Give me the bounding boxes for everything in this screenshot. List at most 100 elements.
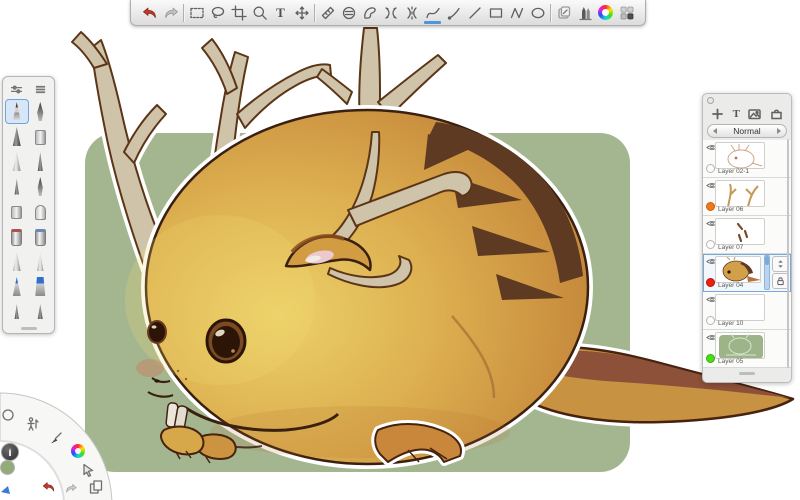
- layer-color-dot[interactable]: [706, 202, 715, 211]
- blend-mode-dropdown[interactable]: Normal: [707, 124, 787, 138]
- brush-detail-pen-alt[interactable]: [29, 299, 53, 324]
- layer-thumbnail[interactable]: [715, 256, 761, 283]
- french-curve-icon[interactable]: [359, 1, 380, 25]
- layer-thumbnail[interactable]: [715, 294, 765, 321]
- layer-row-selected[interactable]: Layer 04: [703, 254, 791, 292]
- layer-color-dot[interactable]: [706, 354, 715, 363]
- redo-icon[interactable]: [160, 1, 181, 25]
- draw-polyline-icon[interactable]: [506, 1, 527, 25]
- layer-color-dot[interactable]: [706, 278, 715, 287]
- text-layer-icon[interactable]: T: [733, 109, 740, 120]
- ruler-icon[interactable]: [317, 1, 338, 25]
- layer-opacity-slider[interactable]: [764, 255, 770, 290]
- pages-icon[interactable]: [89, 480, 103, 494]
- brush-settings-icon[interactable]: [5, 79, 29, 99]
- zoom-icon[interactable]: [249, 1, 270, 25]
- layer-thumbnail[interactable]: [715, 218, 765, 245]
- lagoon-undo-icon[interactable]: [40, 480, 58, 494]
- lasso-select-icon[interactable]: [207, 1, 228, 25]
- brush-blue-tip[interactable]: [5, 274, 29, 299]
- brush-chisel-marker[interactable]: [5, 124, 29, 149]
- draw-ellipse-icon[interactable]: [527, 1, 548, 25]
- layer-color-dot[interactable]: [706, 240, 715, 249]
- layer-thumbnail[interactable]: [715, 142, 765, 169]
- transform-puppet-icon[interactable]: [26, 417, 40, 431]
- blend-next-icon[interactable]: [777, 128, 781, 134]
- brush-marker[interactable]: [29, 124, 53, 149]
- brush-pencil[interactable]: [5, 99, 29, 124]
- crop-icon[interactable]: [228, 1, 249, 25]
- brush-paint-tube[interactable]: [5, 224, 29, 249]
- palette-drag-handle[interactable]: [21, 327, 37, 330]
- hidden-pen-icon: [1, 486, 10, 494]
- panel-close-icon[interactable]: [707, 97, 714, 104]
- layer-row[interactable]: Layer 02-1: [703, 140, 791, 178]
- brush-grid: [5, 99, 52, 324]
- draw-line-icon[interactable]: [464, 1, 485, 25]
- layer-row[interactable]: Layer 05: [703, 330, 791, 368]
- layers-panel-footer: [703, 368, 791, 380]
- layers-scrollbar[interactable]: [787, 139, 789, 368]
- add-layer-icon[interactable]: [711, 108, 724, 120]
- steering-puck-icon[interactable]: [1, 408, 15, 422]
- layer-thumbnail[interactable]: [715, 332, 765, 359]
- layers-panel: T Normal Layer 02-1 L: [702, 93, 792, 383]
- lagoon-redo-icon[interactable]: [63, 482, 79, 496]
- corner-widgets-icon[interactable]: [616, 1, 637, 25]
- symmetry-y-icon[interactable]: [401, 1, 422, 25]
- move-icon[interactable]: [291, 1, 312, 25]
- corner-lagoon: [0, 370, 130, 500]
- undo-icon[interactable]: [139, 1, 160, 25]
- layer-label: Layer 07: [718, 244, 743, 251]
- layer-label: Layer 10: [718, 320, 743, 327]
- app-window: T: [0, 0, 800, 500]
- brush-sets-icon[interactable]: [29, 79, 53, 99]
- blend-prev-icon[interactable]: [713, 128, 717, 134]
- layer-label: Layer 02-1: [718, 168, 749, 175]
- ellipse-guide-icon[interactable]: [338, 1, 359, 25]
- draw-curve-icon[interactable]: [422, 1, 443, 25]
- blend-mode-value: Normal: [733, 126, 760, 136]
- layer-row[interactable]: Layer 07: [703, 216, 791, 254]
- brush-technical-pen[interactable]: [29, 99, 53, 124]
- brush-paintbrush-alt[interactable]: [29, 249, 53, 274]
- layer-row[interactable]: Layer 06: [703, 178, 791, 216]
- brush-puck[interactable]: [1, 443, 19, 461]
- layer-label: Layer 04: [718, 282, 743, 289]
- layer-row[interactable]: Layer 10: [703, 292, 791, 330]
- color-wheel-icon[interactable]: [595, 1, 616, 25]
- brush-ruling-pen[interactable]: [29, 174, 53, 199]
- main-toolbar: T: [130, 0, 646, 26]
- layer-label: Layer 05: [718, 358, 743, 365]
- rectangle-select-icon[interactable]: [186, 1, 207, 25]
- brush-fine-liner[interactable]: [29, 149, 53, 174]
- selection-cursor-icon[interactable]: [81, 463, 95, 477]
- brush-ink-pen[interactable]: [5, 174, 29, 199]
- toolbar-separator: [550, 4, 551, 22]
- current-color-puck[interactable]: [0, 460, 15, 475]
- brush-hard-eraser[interactable]: [5, 199, 29, 224]
- layer-bag-icon[interactable]: [770, 108, 783, 120]
- copic-library-icon[interactable]: [553, 1, 574, 25]
- panel-resize-grip[interactable]: [739, 372, 755, 375]
- brush-flat-blue[interactable]: [29, 274, 53, 299]
- draw-rectangle-icon[interactable]: [485, 1, 506, 25]
- brush-airbrush[interactable]: [5, 149, 29, 174]
- layer-label: Layer 06: [718, 206, 743, 213]
- text-tool-icon[interactable]: T: [270, 1, 291, 25]
- layer-color-dot[interactable]: [706, 316, 715, 325]
- layer-color-dot[interactable]: [706, 164, 715, 173]
- lagoon-brush-icon[interactable]: [49, 431, 63, 445]
- brush-library-icon[interactable]: [574, 1, 595, 25]
- brush-paint-tube-alt[interactable]: [29, 224, 53, 249]
- brush-detail-pen[interactable]: [5, 299, 29, 324]
- layers-panel-titlebar[interactable]: [703, 94, 791, 105]
- toolbar-separator: [183, 4, 184, 22]
- layer-thumbnail[interactable]: [715, 180, 765, 207]
- symmetry-x-icon[interactable]: [380, 1, 401, 25]
- import-image-icon[interactable]: [748, 108, 761, 120]
- lagoon-color-wheel-icon[interactable]: [71, 444, 85, 458]
- brush-soft-eraser[interactable]: [29, 199, 53, 224]
- draw-stroke-icon[interactable]: [443, 1, 464, 25]
- brush-paintbrush[interactable]: [5, 249, 29, 274]
